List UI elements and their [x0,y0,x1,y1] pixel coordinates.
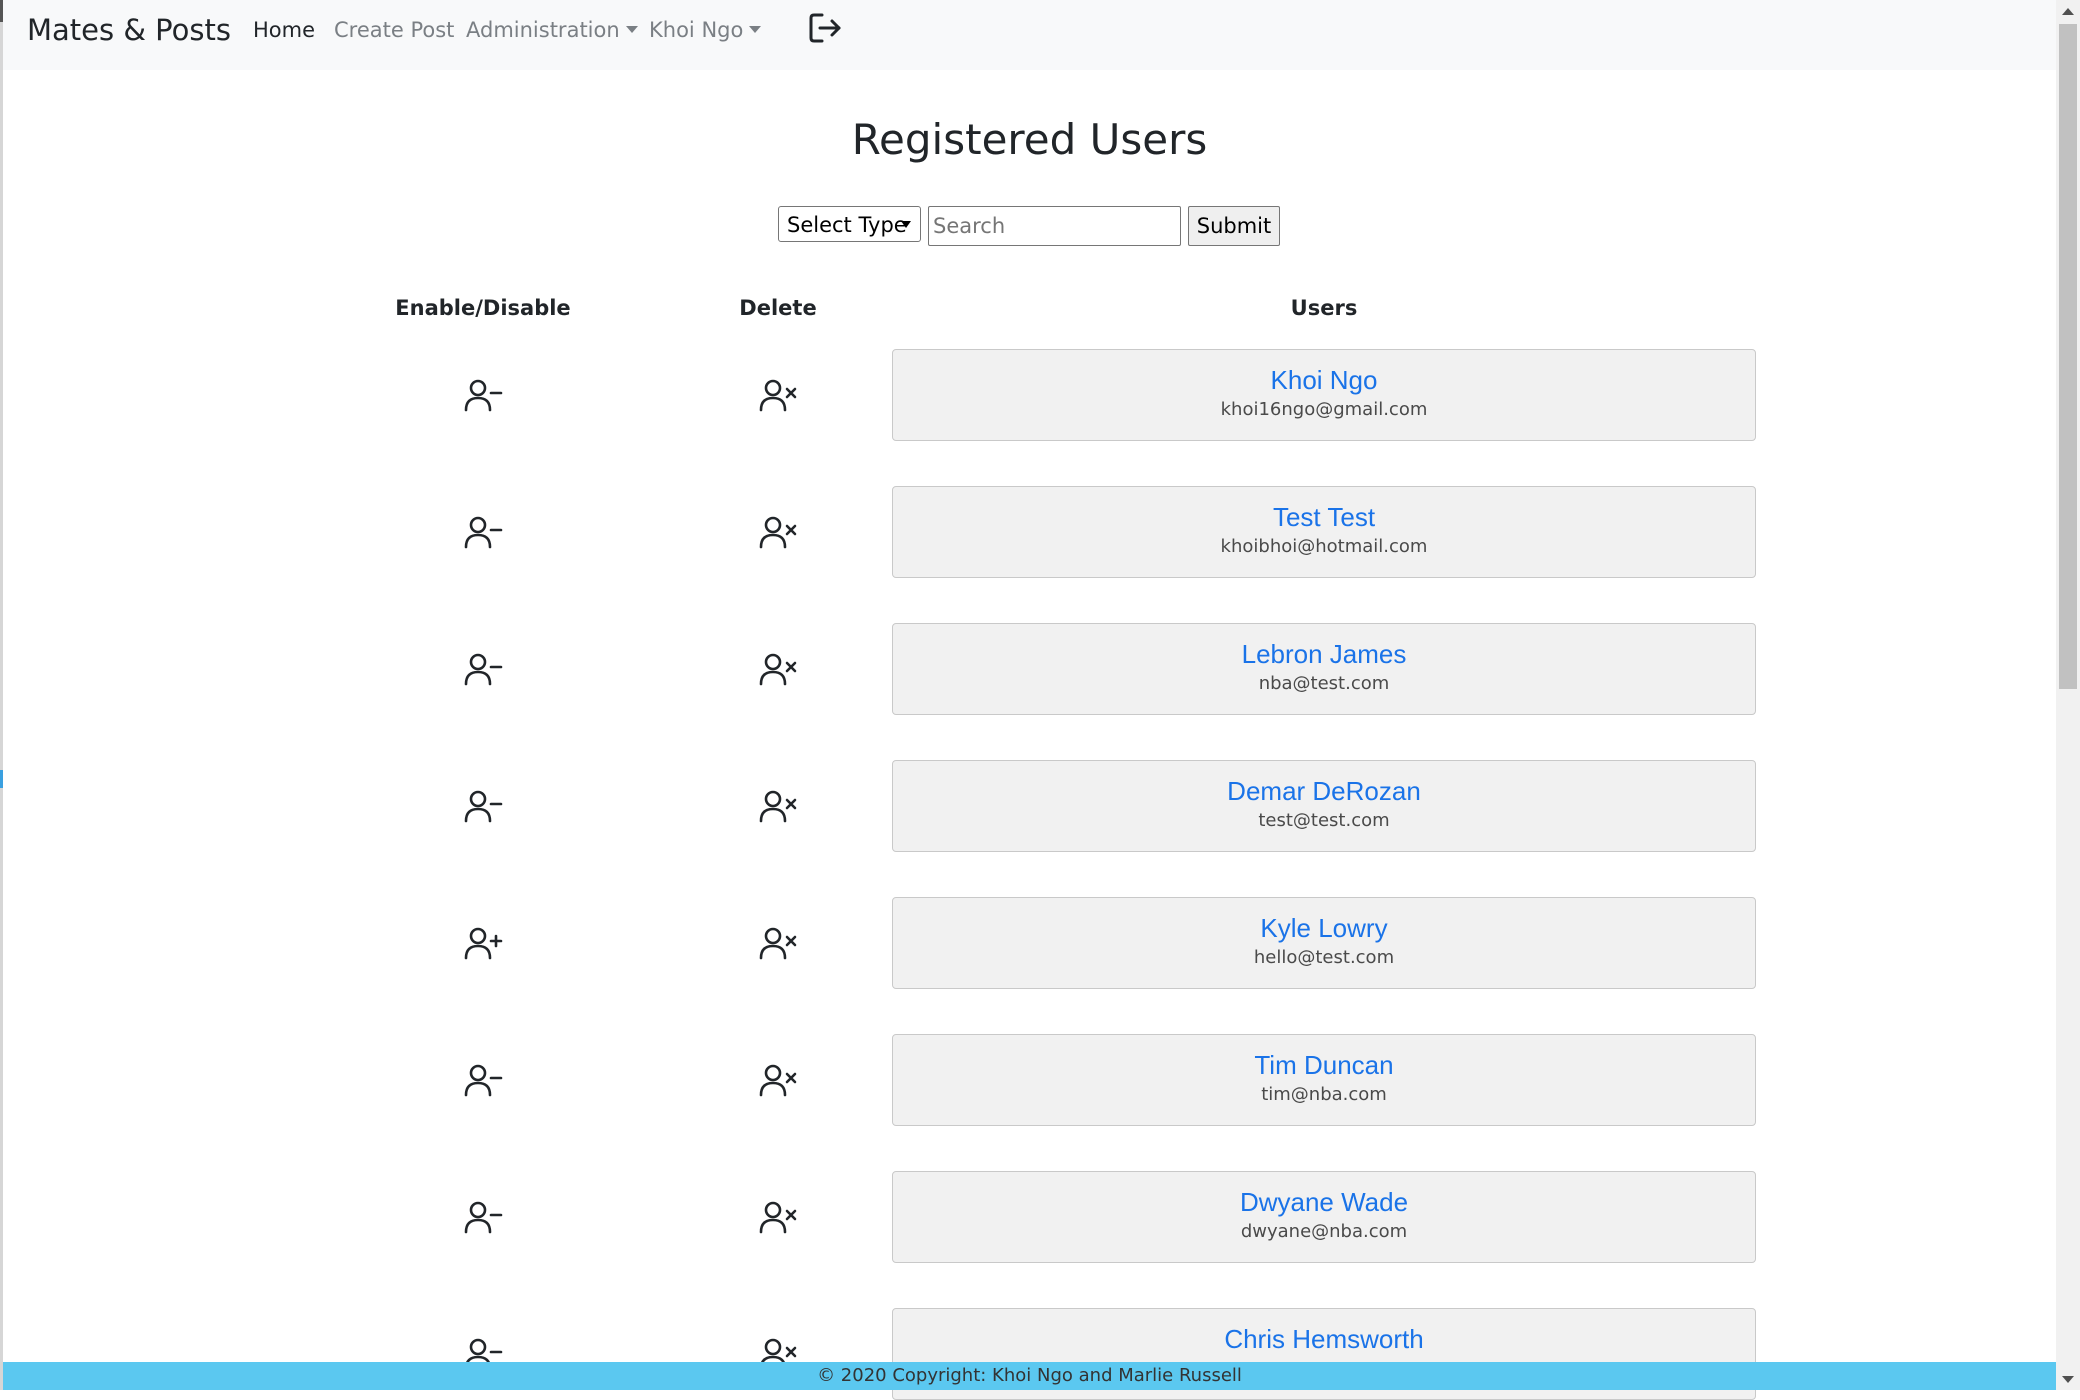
scroll-thumb[interactable] [2059,24,2077,689]
nav-create-post[interactable]: Create Post [334,16,454,44]
person-x-icon[interactable] [758,375,798,415]
user-row: Tim Duncan tim@nba.com [0,1034,2056,1126]
person-x-icon[interactable] [758,786,798,826]
user-row: Demar DeRozan test@test.com [0,760,2056,852]
person-x-icon[interactable] [758,512,798,552]
page-title: Registered Users [851,115,1208,164]
user-card: Khoi Ngo khoi16ngo@gmail.com [892,349,1756,441]
user-email: khoi16ngo@gmail.com [1220,399,1428,420]
header-users: Users [1290,296,1358,320]
user-card: Lebron James nba@test.com [892,623,1756,715]
user-row: Lebron James nba@test.com [0,623,2056,715]
search-input[interactable] [928,206,1181,246]
user-row: Kyle Lowry hello@test.com [0,897,2056,989]
person-x-icon[interactable] [758,923,798,963]
user-card: Test Test khoibhoi@hotmail.com [892,486,1756,578]
person-dash-icon[interactable] [463,1197,503,1237]
header-enable-disable: Enable/Disable [395,296,571,320]
logout-icon[interactable] [808,10,844,46]
person-x-icon[interactable] [758,1197,798,1237]
user-name-link[interactable]: Lebron James [893,637,1755,671]
user-email: tim@nba.com [1261,1084,1387,1105]
vertical-scrollbar[interactable] [2056,0,2080,1390]
chevron-down-icon [749,25,762,33]
user-email: nba@test.com [1258,673,1390,694]
person-dash-icon[interactable] [463,1060,503,1100]
user-name-link[interactable]: Tim Duncan [893,1048,1755,1082]
person-plus-icon[interactable] [463,923,503,963]
brand-link[interactable]: Mates & Posts [27,10,231,50]
chevron-down-icon [625,25,638,33]
nav-home[interactable]: Home [253,16,315,44]
nav-user-label: Khoi Ngo [649,18,744,42]
user-name-link[interactable]: Chris Hemsworth [893,1322,1755,1356]
scroll-up-arrow-icon[interactable] [2056,0,2080,22]
submit-button[interactable]: Submit [1188,206,1280,246]
user-name-link[interactable]: Dwyane Wade [893,1185,1755,1219]
person-x-icon[interactable] [758,649,798,689]
user-row: Dwyane Wade dwyane@nba.com [0,1171,2056,1263]
user-email: test@test.com [1258,810,1390,831]
user-row: Test Test khoibhoi@hotmail.com [0,486,2056,578]
user-row: Khoi Ngo khoi16ngo@gmail.com [0,349,2056,441]
user-card: Kyle Lowry hello@test.com [892,897,1756,989]
dropdown-arrow-icon [901,221,911,228]
nav-administration-dropdown[interactable]: Administration [466,16,638,44]
type-select[interactable]: Select Type [778,206,921,242]
user-card: Dwyane Wade dwyane@nba.com [892,1171,1756,1263]
user-name-link[interactable]: Kyle Lowry [893,911,1755,945]
person-dash-icon[interactable] [463,649,503,689]
user-card: Demar DeRozan test@test.com [892,760,1756,852]
user-email: khoibhoi@hotmail.com [1220,536,1428,557]
person-x-icon[interactable] [758,1060,798,1100]
header-delete: Delete [739,296,817,320]
navbar: Mates & Posts Home Create Post Administr… [3,0,2056,70]
user-email: hello@test.com [1253,947,1395,968]
person-dash-icon[interactable] [463,375,503,415]
scroll-down-arrow-icon[interactable] [2056,1368,2080,1390]
person-dash-icon[interactable] [463,512,503,552]
nav-user-dropdown[interactable]: Khoi Ngo [649,16,762,44]
person-dash-icon[interactable] [463,786,503,826]
user-card: Tim Duncan tim@nba.com [892,1034,1756,1126]
user-name-link[interactable]: Demar DeRozan [893,774,1755,808]
user-name-link[interactable]: Khoi Ngo [893,363,1755,397]
user-email: dwyane@nba.com [1240,1221,1408,1242]
footer: © 2020 Copyright: Khoi Ngo and Marlie Ru… [3,1362,2056,1390]
user-name-link[interactable]: Test Test [893,500,1755,534]
nav-administration-label: Administration [466,18,620,42]
type-select-value: Select Type [787,213,907,237]
